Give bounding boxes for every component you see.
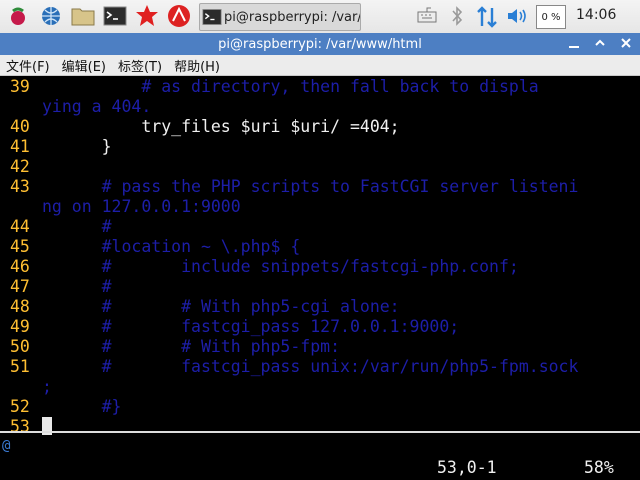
line-number: 49 <box>10 317 30 336</box>
close-icon[interactable] <box>618 36 634 52</box>
line-text: # # With php5-cgi alone: <box>42 297 400 316</box>
terminal-line: 44 # <box>0 217 640 237</box>
terminal-icon[interactable] <box>103 4 127 28</box>
terminal-line: 45 #location ~ \.php$ { <box>0 237 640 257</box>
line-number: 51 <box>10 357 30 376</box>
bluetooth-icon[interactable] <box>450 6 464 30</box>
line-number: 41 <box>10 137 30 156</box>
line-text: # # With php5-fpm: <box>42 337 341 356</box>
terminal-icon <box>202 7 222 27</box>
terminal-line: 53 <box>0 417 640 437</box>
terminal-line: 49 # fastcgi_pass 127.0.0.1:9000; <box>0 317 640 337</box>
line-text: # as directory, then fall back to displa <box>42 77 539 96</box>
cursor-position: 53,0-1 <box>437 458 497 477</box>
taskbar-window-label: pi@raspberrypi: /var/... <box>224 9 360 25</box>
clock[interactable]: 14:06 <box>576 7 616 23</box>
mode-indicator: @ <box>2 438 11 454</box>
line-number: 44 <box>10 217 30 236</box>
line-text: ; <box>42 377 52 396</box>
terminal-line: ; <box>0 377 640 397</box>
line-number: 52 <box>10 397 30 416</box>
line-number: 50 <box>10 337 30 356</box>
line-number: 53 <box>10 417 30 436</box>
terminal-line: 52 #} <box>0 397 640 417</box>
line-number: 47 <box>10 277 30 296</box>
terminal-line: 39 # as directory, then fall back to dis… <box>0 77 640 97</box>
raspberry-menu-icon[interactable] <box>6 4 30 28</box>
terminal-line: 40 try_files $uri $uri/ =404; <box>0 117 640 137</box>
line-text: # fastcgi_pass 127.0.0.1:9000; <box>42 317 460 336</box>
line-number: 48 <box>10 297 30 316</box>
window-title-bar[interactable]: pi@raspberrypi: /var/www/html <box>0 33 640 55</box>
taskbar-window-button[interactable]: pi@raspberrypi: /var/... <box>199 3 361 31</box>
vim-separator <box>0 431 640 433</box>
maximize-icon[interactable] <box>592 36 608 52</box>
line-text: #} <box>42 397 122 416</box>
terminal-area[interactable]: 39 # as directory, then fall back to dis… <box>0 76 640 480</box>
line-text: ying a 404. <box>42 97 152 116</box>
terminal-line: 41 } <box>0 137 640 157</box>
line-text: # <box>42 217 112 236</box>
line-number: 40 <box>10 117 30 136</box>
wolfram-icon[interactable] <box>135 4 159 28</box>
line-number: 46 <box>10 257 30 276</box>
terminal-line: 46 # include snippets/fastcgi-php.conf; <box>0 257 640 277</box>
line-text: # <box>42 277 112 296</box>
line-text: ng on 127.0.0.1:9000 <box>42 197 241 216</box>
minimize-icon[interactable] <box>566 36 582 52</box>
line-number: 43 <box>10 177 30 196</box>
volume-icon[interactable] <box>506 6 530 30</box>
terminal-line: 42 <box>0 157 640 177</box>
cpu-usage-label: 0 % <box>541 11 561 23</box>
menu-tabs[interactable]: 标签(T) <box>118 56 162 75</box>
terminal-line: 48 # # With php5-cgi alone: <box>0 297 640 317</box>
top-panel: pi@raspberrypi: /var/... 0 % 14:06 <box>0 0 640 34</box>
line-number: 42 <box>10 157 30 176</box>
line-text: # include snippets/fastcgi-php.conf; <box>42 257 519 276</box>
terminal-line: 47 # <box>0 277 640 297</box>
line-text: # fastcgi_pass unix:/var/run/php5-fpm.so… <box>42 357 579 376</box>
line-number: 39 <box>10 77 30 96</box>
menu-file[interactable]: 文件(F) <box>6 56 50 75</box>
menu-edit[interactable]: 编辑(E) <box>62 56 106 75</box>
file-manager-icon[interactable] <box>71 4 95 28</box>
terminal-line: 51 # fastcgi_pass unix:/var/run/php5-fpm… <box>0 357 640 377</box>
terminal-line: ng on 127.0.0.1:9000 <box>0 197 640 217</box>
terminal-line: ying a 404. <box>0 97 640 117</box>
keyboard-icon[interactable] <box>417 6 437 28</box>
web-browser-icon[interactable] <box>39 4 63 28</box>
line-text: } <box>42 137 112 156</box>
window-title: pi@raspberrypi: /var/www/html <box>218 36 422 52</box>
menu-help[interactable]: 帮助(H) <box>174 56 220 75</box>
line-text: #location ~ \.php$ { <box>42 237 301 256</box>
network-icon[interactable] <box>476 6 498 32</box>
menu-bar: 文件(F) 编辑(E) 标签(T) 帮助(H) <box>0 55 640 76</box>
line-text: # pass the PHP scripts to FastCGI server… <box>42 177 579 196</box>
mathematica-icon[interactable] <box>167 4 191 28</box>
line-number: 45 <box>10 237 30 256</box>
line-text: try_files $uri $uri/ =404; <box>42 117 400 136</box>
terminal-line: 50 # # With php5-fpm: <box>0 337 640 357</box>
terminal-line: 43 # pass the PHP scripts to FastCGI ser… <box>0 177 640 197</box>
file-percent: 58% <box>584 458 614 477</box>
cpu-usage-monitor[interactable]: 0 % <box>536 5 566 29</box>
